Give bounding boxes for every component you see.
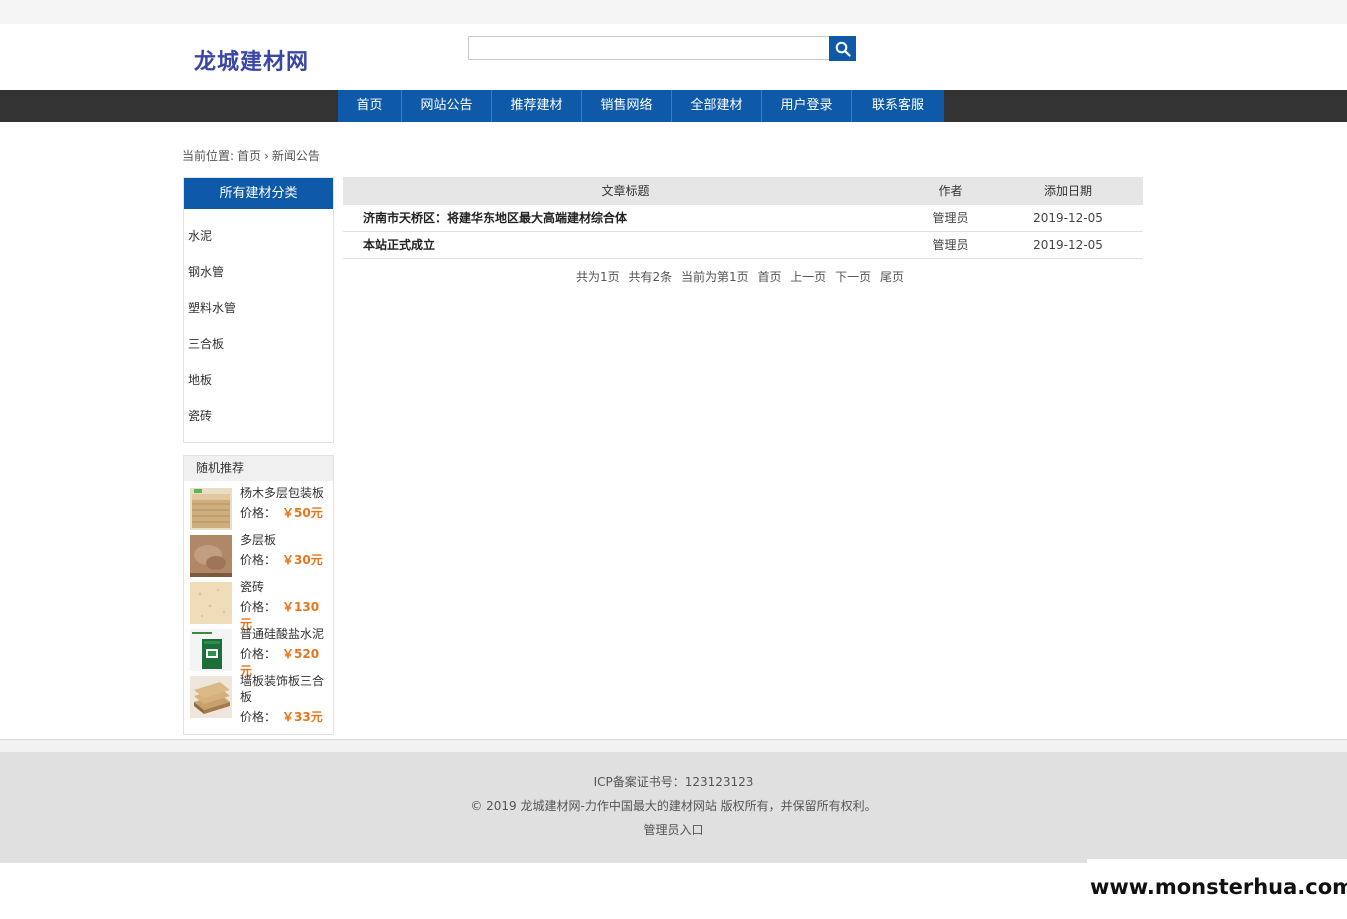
footer: ICP备案证书号：123123123 © 2019 龙城建材网-力作中国最大的建… xyxy=(0,752,1347,863)
pagination: 共为1页 共有2条 当前为第1页 首页 上一页 下一页 尾页 xyxy=(343,268,948,285)
price-label: 价格： xyxy=(240,553,277,567)
product-name[interactable]: 杨木多层包装板 xyxy=(240,485,332,501)
site-logo[interactable]: 龙城建材网 xyxy=(194,44,309,76)
footer-copyright: © 2019 龙城建材网-力作中国最大的建材网站 版权所有，并保留所有权利。 xyxy=(470,799,877,813)
price-label: 价格： xyxy=(240,710,277,724)
table-row: 济南市天桥区：将建华东地区最大高端建材综合体 管理员 2019-12-05 xyxy=(343,205,1143,232)
footer-admin-link[interactable]: 管理员入口 xyxy=(0,821,1347,838)
search-button[interactable] xyxy=(829,36,856,61)
pager-next-link[interactable]: 下一页 xyxy=(835,270,871,284)
price-label: 价格： xyxy=(240,647,277,661)
pager-prev-link[interactable]: 上一页 xyxy=(790,270,826,284)
table-row: 本站正式成立 管理员 2019-12-05 xyxy=(343,232,1143,259)
breadcrumb: 当前位置: 首页 › 新闻公告 xyxy=(182,147,323,164)
price-label: 价格： xyxy=(240,506,277,520)
article-author: 管理员 xyxy=(932,238,969,252)
article-date: 2019-12-05 xyxy=(1033,211,1103,225)
recommend-panel-title: 随机推荐 xyxy=(184,456,333,481)
search-input[interactable] xyxy=(468,36,830,60)
main-navbar: 首页 网站公告 推荐建材 销售网络 全部建材 用户登录 联系客服 xyxy=(0,90,1347,122)
nav-item-customer-service[interactable]: 联系客服 xyxy=(852,90,944,122)
article-author: 管理员 xyxy=(932,211,969,225)
article-title-link[interactable]: 本站正式成立 xyxy=(343,232,908,258)
breadcrumb-home[interactable]: 首页 xyxy=(237,149,261,163)
nav-item-home[interactable]: 首页 xyxy=(338,90,402,122)
nav-item-recommended[interactable]: 推荐建材 xyxy=(492,90,582,122)
price-value: ￥33元 xyxy=(282,710,323,724)
article-table: 文章标题 作者 添加日期 济南市天桥区：将建华东地区最大高端建材综合体 管理员 … xyxy=(343,177,1143,259)
category-panel: 所有建材分类 水泥 钢水管 塑料水管 三合板 地板 瓷砖 xyxy=(183,177,334,443)
price-value: ￥50元 xyxy=(282,506,323,520)
column-header-author: 作者 xyxy=(938,184,963,198)
breadcrumb-separator: › xyxy=(264,149,269,163)
nav-item-all-materials[interactable]: 全部建材 xyxy=(672,90,762,122)
product-thumbnail[interactable] xyxy=(190,676,232,718)
table-header: 文章标题 作者 添加日期 xyxy=(343,177,1143,205)
product-price: 价格： ￥33元 xyxy=(240,708,323,725)
header: 龙城建材网 xyxy=(0,24,1347,90)
product-thumbnail[interactable] xyxy=(190,488,232,530)
product-name[interactable]: 瓷砖 xyxy=(240,579,332,595)
nav-item-announcements[interactable]: 网站公告 xyxy=(402,90,492,122)
pager-last-link[interactable]: 尾页 xyxy=(880,270,904,284)
category-item-plastic-pipe[interactable]: 塑料水管 xyxy=(184,299,333,335)
nav-item-user-login[interactable]: 用户登录 xyxy=(762,90,852,122)
product-thumbnail[interactable] xyxy=(190,582,232,624)
category-item-steel-pipe[interactable]: 钢水管 xyxy=(184,263,333,299)
article-title-link[interactable]: 济南市天桥区：将建华东地区最大高端建材综合体 xyxy=(343,205,908,231)
price-value: ￥30元 xyxy=(282,553,323,567)
article-date: 2019-12-05 xyxy=(1033,238,1103,252)
search-icon xyxy=(835,41,851,57)
footer-spacer xyxy=(0,740,1347,752)
price-label: 价格： xyxy=(240,600,277,614)
watermark: www.monsterhua.com xyxy=(1090,875,1347,899)
column-header-title: 文章标题 xyxy=(601,184,650,198)
category-item-cement[interactable]: 水泥 xyxy=(184,227,333,263)
product-price: 价格： ￥50元 xyxy=(240,504,323,521)
pager-first-link[interactable]: 首页 xyxy=(757,270,781,284)
category-item-plywood[interactable]: 三合板 xyxy=(184,335,333,371)
pager-total-items: 共有2条 xyxy=(628,270,673,284)
footer-icp: ICP备案证书号：123123123 xyxy=(593,775,754,789)
product-thumbnail[interactable] xyxy=(190,629,232,671)
product-thumbnail[interactable] xyxy=(190,535,232,577)
product-price: 价格： ￥30元 xyxy=(240,551,323,568)
pager-total-pages: 共为1页 xyxy=(576,270,620,284)
product-name[interactable]: 多层板 xyxy=(240,532,332,548)
category-panel-title: 所有建材分类 xyxy=(184,178,333,209)
product-name[interactable]: 墙板装饰板三合板 xyxy=(240,673,332,705)
category-list: 水泥 钢水管 塑料水管 三合板 地板 瓷砖 xyxy=(184,209,333,443)
recommend-panel: 随机推荐 杨木多层包装板 价格： ￥50元 多层板 价格： ￥30元 瓷砖 价格… xyxy=(183,455,334,735)
column-header-date: 添加日期 xyxy=(1043,184,1092,198)
breadcrumb-prefix: 当前位置: xyxy=(182,149,235,163)
nav-item-sales-network[interactable]: 销售网络 xyxy=(582,90,672,122)
category-item-flooring[interactable]: 地板 xyxy=(184,371,333,407)
top-strip xyxy=(0,0,1347,24)
category-item-tile[interactable]: 瓷砖 xyxy=(184,407,333,443)
main-nav: 首页 网站公告 推荐建材 销售网络 全部建材 用户登录 联系客服 xyxy=(338,90,944,122)
breadcrumb-current[interactable]: 新闻公告 xyxy=(272,149,320,163)
pager-current-page: 当前为第1页 xyxy=(680,270,749,284)
product-name[interactable]: 普通硅酸盐水泥 xyxy=(240,626,332,642)
